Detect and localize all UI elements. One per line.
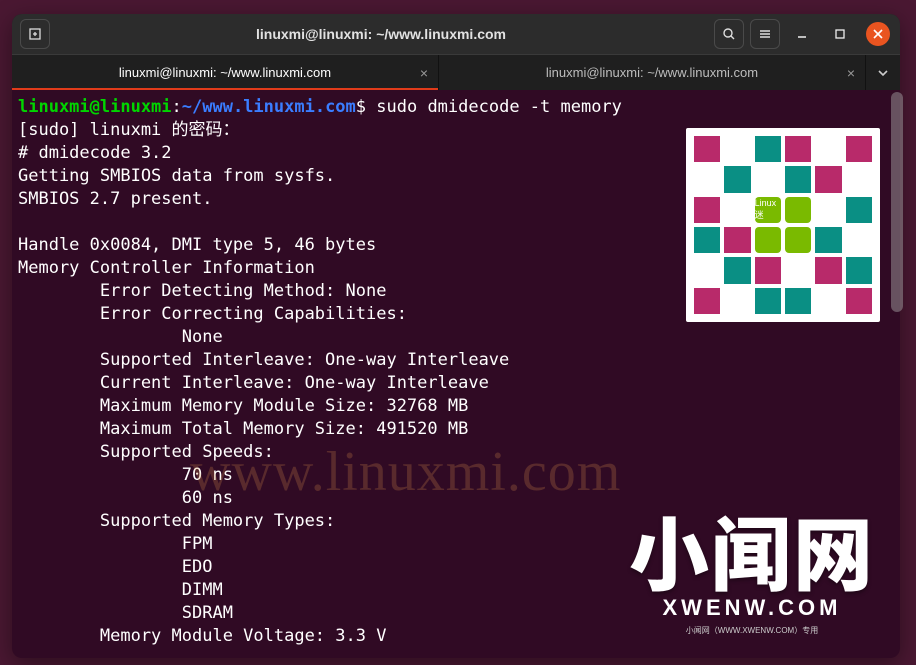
prompt-path: ~/www.linuxmi.com: [182, 97, 356, 117]
qr-code: Linux迷: [686, 128, 880, 322]
tab-2-label: linuxmi@linuxmi: ~/www.linuxmi.com: [546, 65, 758, 80]
close-button[interactable]: [866, 22, 890, 46]
hamburger-icon: [758, 27, 772, 41]
scrollbar-thumb[interactable]: [891, 92, 903, 312]
minimize-icon: [797, 29, 807, 39]
window-controls: [790, 22, 890, 46]
window-title: linuxmi@linuxmi: ~/www.linuxmi.com: [50, 26, 712, 42]
tab-1-close-icon[interactable]: ×: [420, 65, 428, 81]
brand-tiny: 小闻网（WWW.XWENW.COM）专用: [602, 625, 902, 636]
brand-big: 小闻网: [602, 505, 902, 595]
tab-1-label: linuxmi@linuxmi: ~/www.linuxmi.com: [119, 65, 331, 80]
maximize-icon: [835, 29, 845, 39]
tab-2-close-icon[interactable]: ×: [847, 65, 855, 81]
titlebar: linuxmi@linuxmi: ~/www.linuxmi.com: [12, 14, 900, 54]
tab-dropdown-button[interactable]: [866, 55, 900, 90]
prompt-colon: :: [172, 97, 182, 117]
tab-1[interactable]: linuxmi@linuxmi: ~/www.linuxmi.com ×: [12, 55, 439, 90]
prompt-dollar: $: [356, 97, 376, 117]
new-tab-button[interactable]: [20, 19, 50, 49]
menu-button[interactable]: [750, 19, 780, 49]
close-icon: [873, 29, 883, 39]
search-icon: [722, 27, 736, 41]
terminal-scrollbar[interactable]: [891, 92, 903, 649]
tab-2[interactable]: linuxmi@linuxmi: ~/www.linuxmi.com ×: [439, 55, 866, 90]
brand-overlay: 小闻网 XWENW.COM 小闻网（WWW.XWENW.COM）专用: [602, 505, 902, 659]
chevron-down-icon: [877, 67, 889, 79]
search-button[interactable]: [714, 19, 744, 49]
maximize-button[interactable]: [828, 22, 852, 46]
terminal-output: [sudo] linuxmi 的密码： # dmidecode 3.2 Gett…: [18, 120, 509, 646]
tab-bar: linuxmi@linuxmi: ~/www.linuxmi.com × lin…: [12, 54, 900, 90]
minimize-button[interactable]: [790, 22, 814, 46]
prompt-command: sudo dmidecode -t memory: [376, 97, 622, 117]
qr-center-label: Linux迷: [755, 197, 781, 223]
prompt-userhost: linuxmi@linuxmi: [18, 97, 172, 117]
